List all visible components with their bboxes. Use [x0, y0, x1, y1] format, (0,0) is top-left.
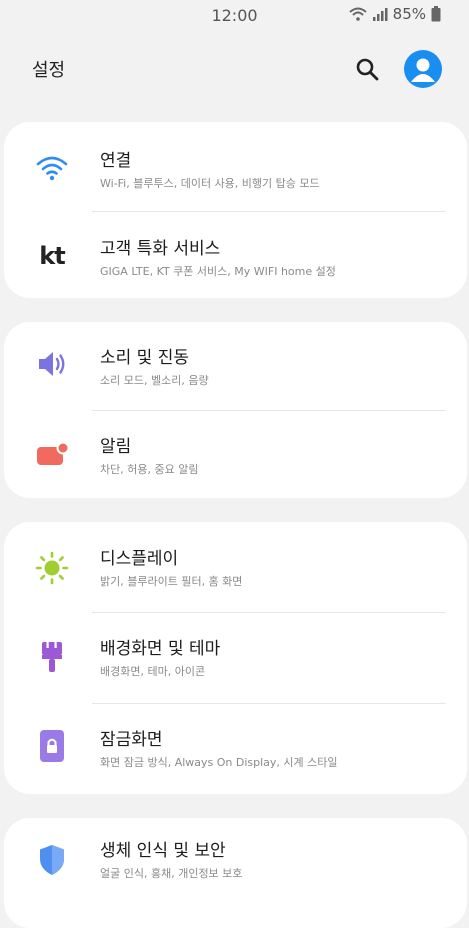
- settings-item-title: 고객 특화 서비스: [100, 239, 221, 259]
- settings-item-subtitle: 얼굴 인식, 홍채, 개인정보 보호: [100, 867, 243, 880]
- battery-icon: [431, 6, 441, 22]
- profile-button[interactable]: [404, 50, 442, 88]
- paintbrush-icon: [34, 639, 70, 675]
- settings-group-display: 디스플레이 밝기, 블루라이트 필터, 홈 화면 배경화면 및 테마 배경화면,…: [4, 522, 467, 794]
- status-icons: 85%: [348, 5, 441, 23]
- account-icon: [411, 58, 435, 82]
- settings-item-subtitle: 차단, 허용, 중요 알림: [100, 463, 199, 476]
- settings-item-kt-services[interactable]: kt 고객 특화 서비스 GIGA LTE, KT 쿠폰 서비스, My WIF…: [4, 212, 467, 302]
- search-button[interactable]: [352, 54, 382, 84]
- settings-item-subtitle: 배경화면, 테마, 아이콘: [100, 665, 206, 678]
- settings-item-subtitle: 밝기, 블루라이트 필터, 홈 화면: [100, 575, 243, 588]
- settings-item-lock-screen[interactable]: 잠금화면 화면 잠금 방식, Always On Display, 시계 스타일: [4, 704, 467, 794]
- kt-logo-text: kt: [39, 242, 65, 270]
- signal-icon: [372, 8, 388, 21]
- notification-icon: [34, 437, 70, 473]
- settings-group-connections: 연결 Wi-Fi, 블루투스, 데이터 사용, 비행기 탑승 모드 kt 고객 …: [4, 122, 467, 298]
- shield-icon: [34, 842, 70, 878]
- settings-item-notifications[interactable]: 알림 차단, 허용, 중요 알림: [4, 411, 467, 501]
- settings-item-title: 디스플레이: [100, 549, 179, 569]
- settings-item-subtitle: 소리 모드, 벨소리, 음량: [100, 374, 209, 387]
- settings-item-title: 배경화면 및 테마: [100, 639, 221, 659]
- settings-item-title: 소리 및 진동: [100, 348, 190, 368]
- kt-logo: kt: [34, 238, 70, 274]
- page-title: 설정: [32, 60, 66, 81]
- settings-group-security: 생체 인식 및 보안 얼굴 인식, 홍채, 개인정보 보호: [4, 818, 467, 928]
- wifi-status-icon: [348, 7, 367, 21]
- settings-group-sound: 소리 및 진동 소리 모드, 벨소리, 음량 알림 차단, 허용, 중요 알림: [4, 322, 467, 498]
- search-icon: [356, 58, 379, 81]
- battery-percent: 85%: [392, 5, 426, 23]
- settings-item-subtitle: 화면 잠금 방식, Always On Display, 시계 스타일: [100, 756, 338, 769]
- status-bar: 12:00 85%: [0, 0, 469, 32]
- settings-item-sound[interactable]: 소리 및 진동 소리 모드, 벨소리, 음량: [4, 322, 467, 412]
- lock-icon: [34, 728, 70, 764]
- settings-item-connections[interactable]: 연결 Wi-Fi, 블루투스, 데이터 사용, 비행기 탑승 모드: [4, 122, 467, 212]
- settings-item-title: 연결: [100, 151, 132, 171]
- settings-item-wallpaper-themes[interactable]: 배경화면 및 테마 배경화면, 테마, 아이콘: [4, 613, 467, 703]
- sun-icon: [34, 550, 70, 586]
- settings-item-subtitle: Wi-Fi, 블루투스, 데이터 사용, 비행기 탑승 모드: [100, 177, 320, 190]
- settings-item-title: 잠금화면: [100, 730, 163, 750]
- settings-item-display[interactable]: 디스플레이 밝기, 블루라이트 필터, 홈 화면: [4, 522, 467, 612]
- settings-item-title: 생체 인식 및 보안: [100, 841, 226, 861]
- speaker-icon: [34, 346, 70, 382]
- settings-item-title: 알림: [100, 437, 132, 457]
- settings-item-subtitle: GIGA LTE, KT 쿠폰 서비스, My WIFI home 설정: [100, 265, 336, 278]
- wifi-icon: [34, 150, 70, 186]
- settings-item-biometrics-security[interactable]: 생체 인식 및 보안 얼굴 인식, 홍채, 개인정보 보호: [4, 818, 467, 908]
- app-header: 설정: [0, 44, 469, 94]
